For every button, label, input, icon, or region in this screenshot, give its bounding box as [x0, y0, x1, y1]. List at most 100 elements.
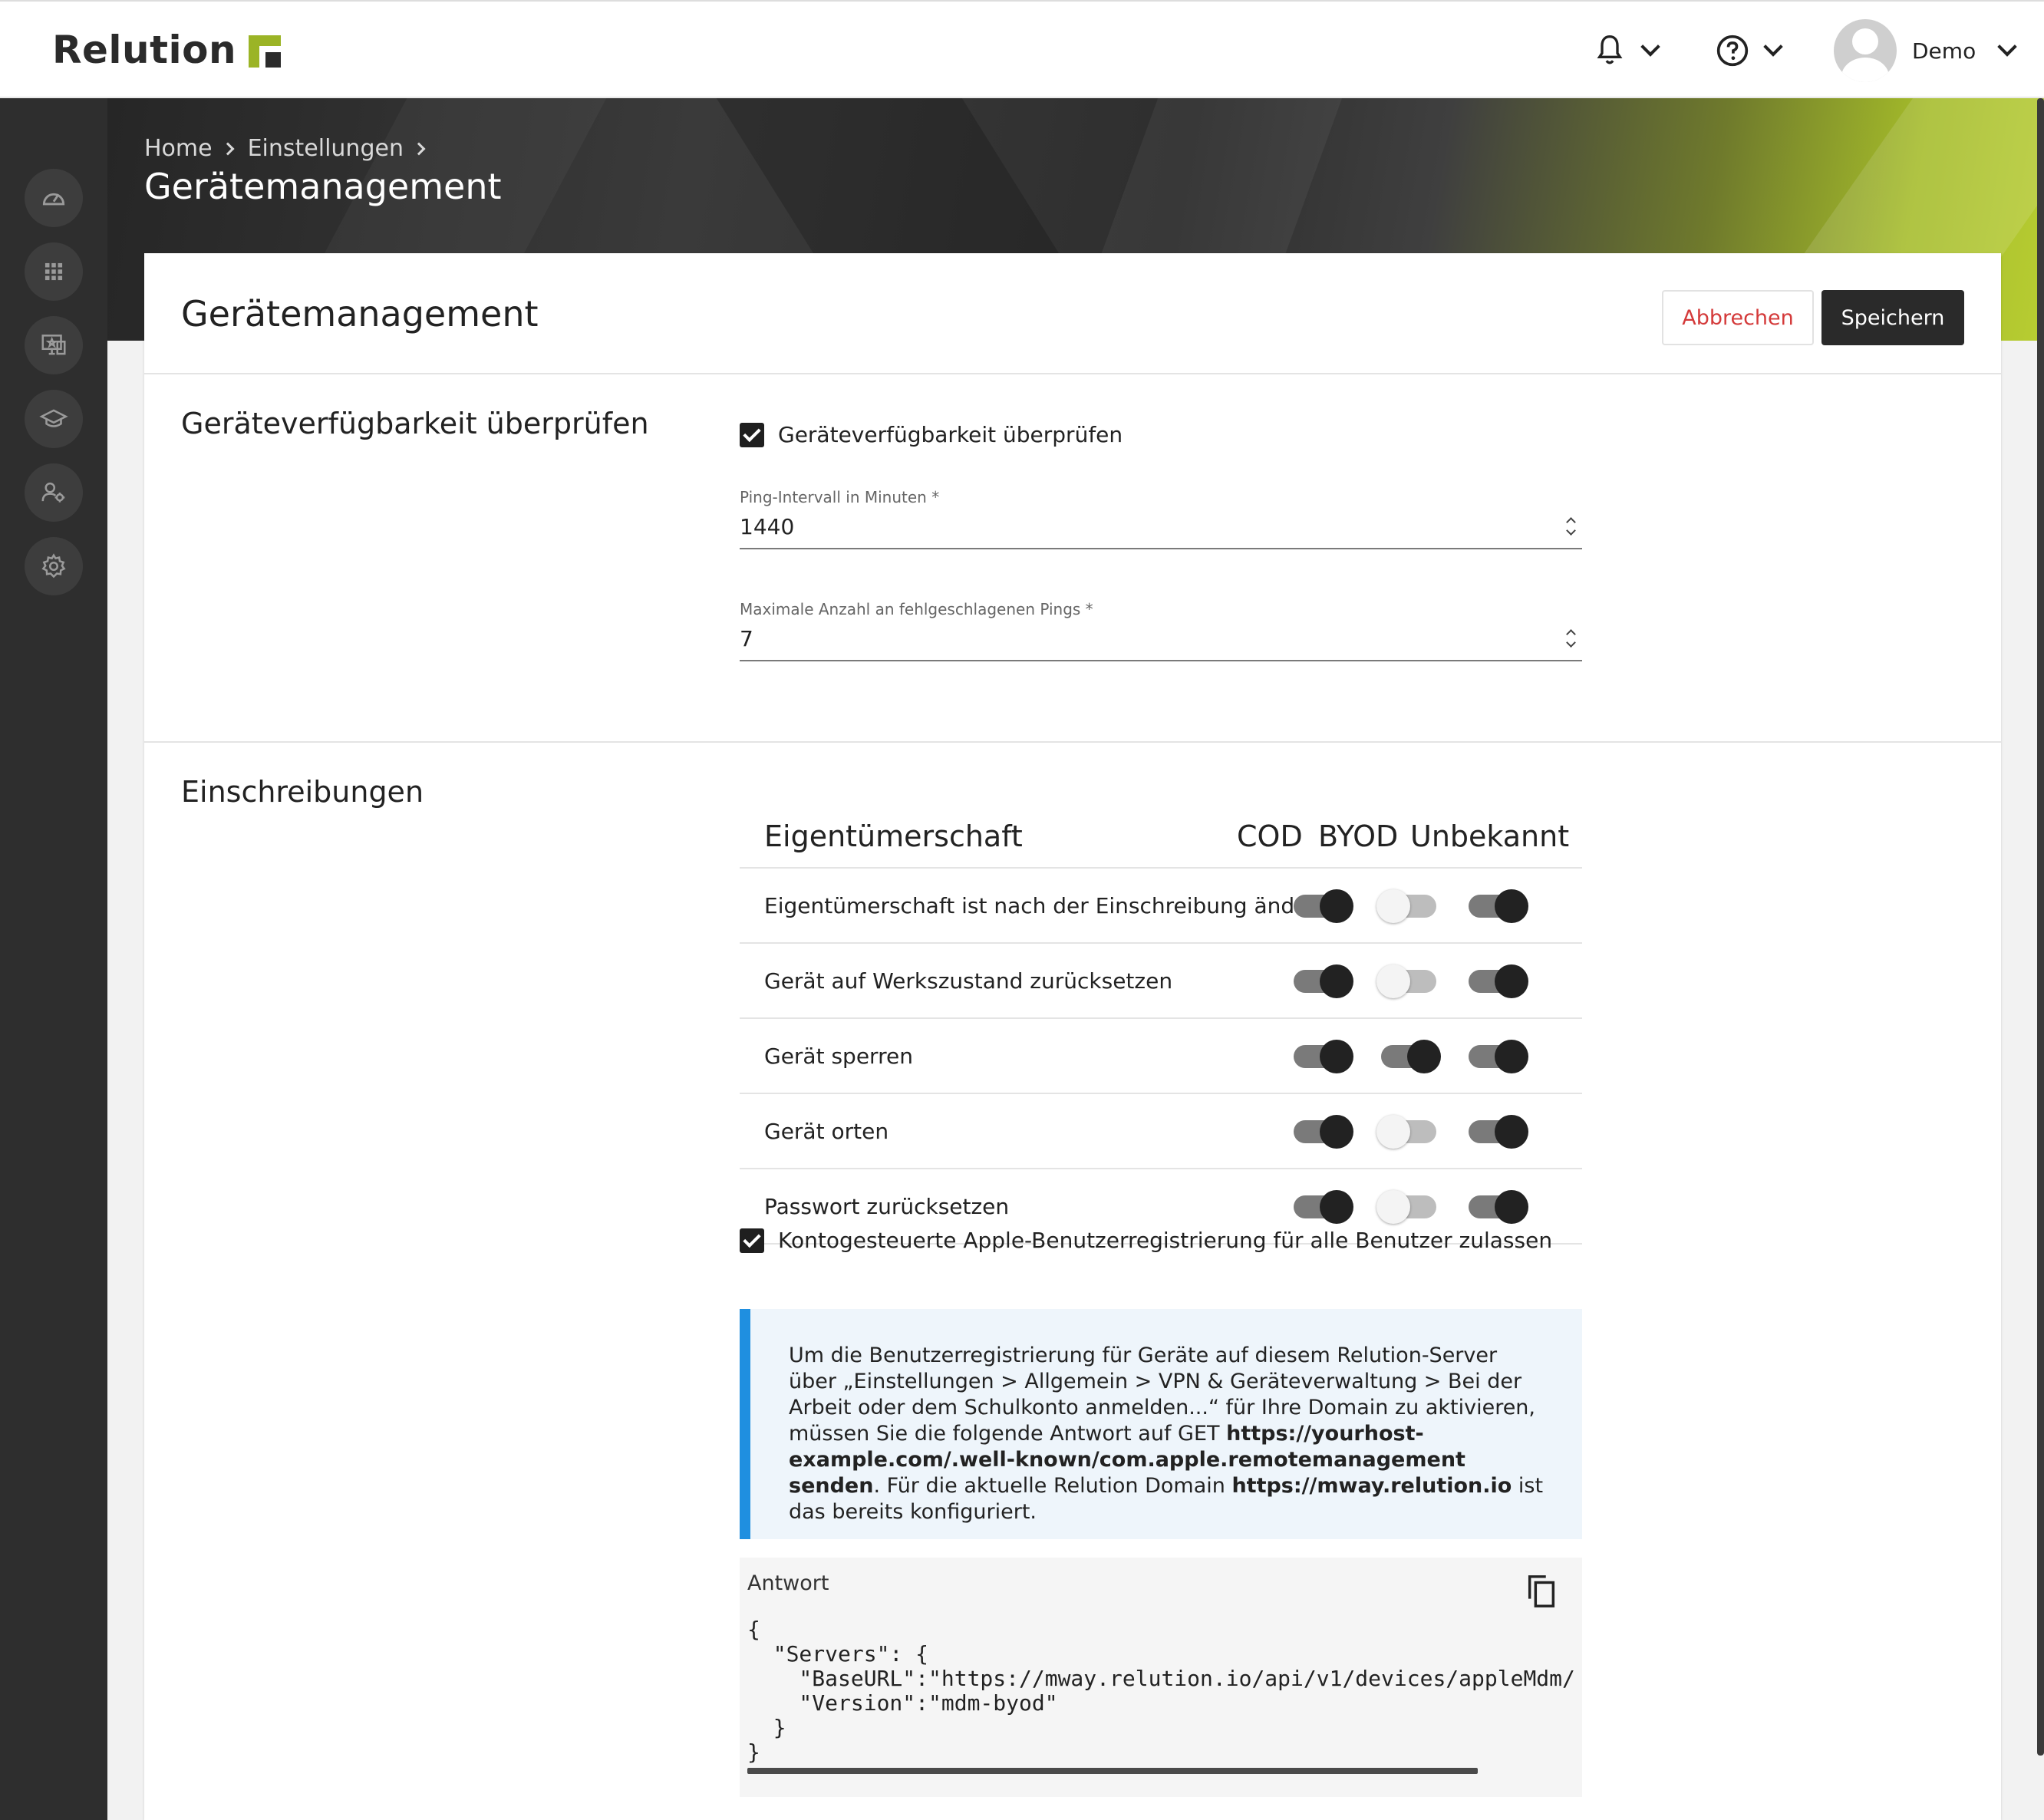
byod-toggle[interactable]	[1376, 1115, 1436, 1149]
field-label: Ping-Intervall in Minuten *	[740, 488, 940, 506]
user-name: Demo	[1912, 38, 1976, 64]
chevron-down-icon	[1997, 37, 2017, 57]
row-label: Gerät sperren	[764, 1044, 913, 1069]
ownership-row: Gerät sperren	[740, 1019, 1582, 1094]
response-code-block: Antwort { "Servers": { "BaseURL":"https:…	[740, 1558, 1582, 1797]
avatar	[1834, 19, 1897, 82]
sidebar-item-education[interactable]	[25, 390, 83, 448]
response-code: { "Servers": { "BaseURL":"https://mway.r…	[747, 1617, 1575, 1765]
breadcrumb-settings[interactable]: Einstellungen	[248, 135, 404, 162]
cod-toggle[interactable]	[1294, 1190, 1353, 1224]
ping-interval-field: Ping-Intervall in Minuten *	[740, 488, 1582, 549]
sidebar-item-devices[interactable]	[25, 316, 83, 374]
row-label: Passwort zurücksetzen	[764, 1194, 1010, 1219]
ping-interval-input[interactable]	[740, 514, 1507, 539]
unknown-toggle[interactable]	[1469, 889, 1528, 923]
copy-icon[interactable]	[1524, 1571, 1559, 1611]
page-scrollbar[interactable]	[2037, 98, 2044, 1756]
sidebar-item-users[interactable]	[25, 463, 83, 522]
cod-toggle[interactable]	[1294, 889, 1353, 923]
ownership-table-header: Eigentümerschaft COD BYOD Unbekannt	[740, 804, 1582, 869]
unknown-toggle[interactable]	[1469, 964, 1528, 998]
toggle-knob	[1376, 1190, 1410, 1224]
max-failed-pings-field: Maximale Anzahl an fehlgeschlagenen Ping…	[740, 600, 1582, 661]
bell-icon	[1597, 35, 1623, 64]
toggle-knob	[1320, 1040, 1353, 1073]
ownership-row: Eigentümerschaft ist nach der Einschreib…	[740, 869, 1582, 944]
toggle-knob	[1495, 1190, 1528, 1224]
availability-section: Geräteverfügbarkeit überprüfen Gerätever…	[144, 374, 2001, 743]
byod-toggle[interactable]	[1381, 1040, 1441, 1073]
toggle-knob	[1495, 1040, 1528, 1073]
availability-check-row[interactable]: Geräteverfügbarkeit überprüfen	[740, 422, 1123, 447]
availability-checkbox[interactable]	[740, 422, 764, 447]
cod-toggle[interactable]	[1294, 1040, 1353, 1073]
settings-card: Gerätemanagement Abbrechen Speichern Ger…	[144, 253, 2001, 1820]
ownership-row: Gerät orten	[740, 1094, 1582, 1169]
checkbox-label: Kontogesteuerte Apple-Benutzerregistrier…	[778, 1228, 1553, 1253]
user-menu[interactable]: Demo	[1834, 19, 2017, 82]
card-title: Gerätemanagement	[181, 293, 539, 335]
info-text: . Für die aktuelle Relution Domain	[873, 1474, 1232, 1498]
settings-icon	[41, 553, 66, 579]
section-title: Geräteverfügbarkeit überprüfen	[181, 407, 649, 440]
info-url-domain: https://mway.relution.io	[1231, 1474, 1512, 1498]
cancel-button[interactable]: Abbrechen	[1662, 290, 1814, 345]
apple-registration-check-row[interactable]: Kontogesteuerte Apple-Benutzerregistrier…	[740, 1228, 1552, 1253]
page-title: Gerätemanagement	[144, 166, 502, 207]
toggle-knob	[1320, 1115, 1353, 1149]
toggle-knob	[1495, 964, 1528, 998]
chevron-right-icon	[221, 142, 235, 155]
column-cod: COD	[1237, 819, 1303, 853]
toggle-knob	[1320, 889, 1353, 923]
row-label: Gerät auf Werkszustand zurücksetzen	[764, 968, 1173, 994]
sidebar-item-dashboard[interactable]	[25, 169, 83, 227]
help-menu[interactable]	[1716, 20, 1783, 81]
max-failed-pings-input[interactable]	[740, 626, 1507, 651]
breadcrumb-home[interactable]: Home	[144, 135, 213, 162]
toggle-knob	[1376, 889, 1410, 923]
toggle-knob	[1495, 889, 1528, 923]
logo-text: Relution	[52, 28, 237, 72]
sidebar-item-apps[interactable]	[25, 242, 83, 301]
dashboard-icon	[42, 193, 65, 206]
users-icon	[41, 482, 65, 503]
devices-icon	[41, 335, 66, 355]
sidebar-item-settings[interactable]	[25, 537, 83, 595]
logo-mark-icon	[249, 35, 282, 68]
relution-logo[interactable]: Relution	[52, 28, 282, 72]
toggle-knob	[1376, 964, 1410, 998]
response-label: Antwort	[747, 1571, 829, 1595]
unknown-toggle[interactable]	[1469, 1040, 1528, 1073]
save-button[interactable]: Speichern	[1821, 290, 1964, 345]
horizontal-scrollbar[interactable]	[747, 1768, 1478, 1774]
byod-toggle[interactable]	[1376, 964, 1436, 998]
apps-icon	[45, 262, 63, 281]
info-box: Um die Benutzerregistrierung für Geräte …	[740, 1309, 1582, 1539]
unknown-toggle[interactable]	[1469, 1115, 1528, 1149]
cod-toggle[interactable]	[1294, 1115, 1353, 1149]
ownership-row: Gerät auf Werkszustand zurücksetzen	[740, 944, 1582, 1019]
card-header: Gerätemanagement Abbrechen Speichern	[144, 253, 2001, 374]
toggle-knob	[1495, 1115, 1528, 1149]
unknown-toggle[interactable]	[1469, 1190, 1528, 1224]
top-bar: Relution Demo	[0, 0, 2044, 97]
number-stepper-icon[interactable]	[1565, 517, 1576, 537]
cod-toggle[interactable]	[1294, 964, 1353, 998]
ownership-table: Eigentümerschaft COD BYOD Unbekannt Eige…	[740, 804, 1582, 1245]
number-stepper-icon[interactable]	[1565, 629, 1576, 649]
chevron-down-icon	[1763, 37, 1783, 57]
toggle-knob	[1320, 1190, 1353, 1224]
enrollment-section: Einschreibungen Eigentümerschaft COD BYO…	[144, 743, 2001, 1817]
education-icon	[39, 409, 68, 427]
row-label: Eigentümerschaft ist nach der Einschreib…	[764, 893, 1353, 918]
toggle-knob	[1407, 1040, 1441, 1073]
byod-toggle[interactable]	[1376, 889, 1436, 923]
section-title: Einschreibungen	[181, 775, 424, 809]
toggle-knob	[1320, 964, 1353, 998]
row-label: Gerät orten	[764, 1119, 889, 1144]
column-unknown: Unbekannt	[1410, 819, 1570, 853]
apple-registration-checkbox[interactable]	[740, 1228, 764, 1253]
byod-toggle[interactable]	[1376, 1190, 1436, 1224]
notifications-menu[interactable]	[1594, 20, 1660, 81]
